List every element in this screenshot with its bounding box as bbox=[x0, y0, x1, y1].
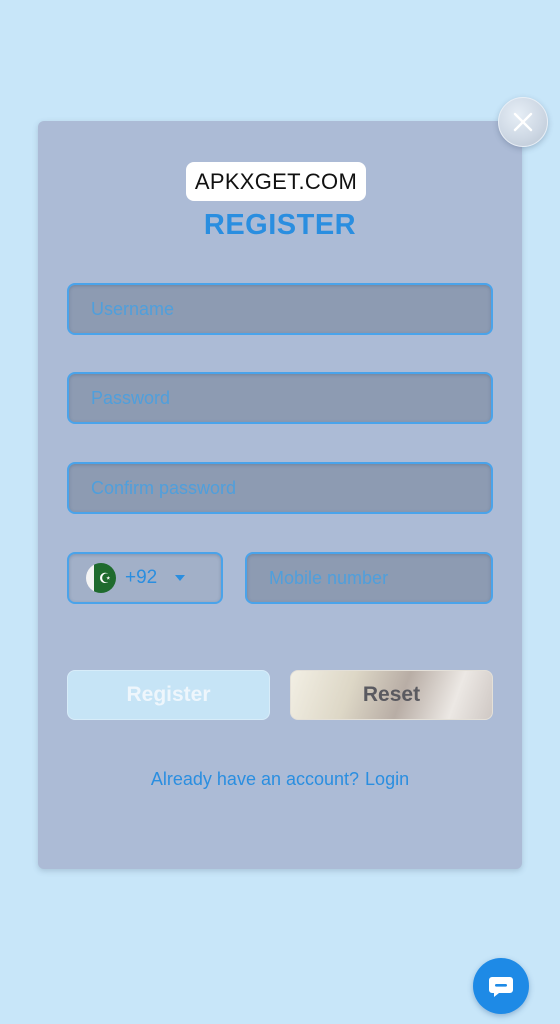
register-button[interactable]: Register bbox=[67, 670, 270, 720]
reset-button[interactable]: Reset bbox=[290, 670, 493, 720]
crescent-star-icon: ☪ bbox=[98, 570, 112, 586]
login-prompt-text: Already have an account? bbox=[150, 769, 360, 789]
login-link[interactable]: Login bbox=[365, 769, 409, 789]
login-prompt: Already have an account? Login bbox=[38, 769, 522, 790]
flag-white-band bbox=[86, 563, 94, 593]
page-title: REGISTER bbox=[203, 209, 357, 241]
mobile-number-field[interactable] bbox=[245, 552, 493, 604]
close-button[interactable] bbox=[498, 97, 548, 147]
country-code-select[interactable]: ☪ +92 bbox=[67, 552, 223, 604]
chat-bubble-icon bbox=[489, 977, 513, 997]
chat-button[interactable] bbox=[473, 958, 529, 1014]
watermark-badge: APKXGET.COM bbox=[186, 162, 366, 201]
pakistan-flag-icon: ☪ bbox=[86, 563, 116, 593]
confirm-password-input[interactable] bbox=[69, 464, 491, 512]
flag-green-field: ☪ bbox=[94, 563, 116, 593]
country-code-label: +92 bbox=[125, 567, 158, 588]
mobile-number-input[interactable] bbox=[247, 554, 491, 602]
caret-down-icon bbox=[175, 575, 186, 581]
password-field[interactable] bbox=[67, 372, 493, 424]
close-icon bbox=[513, 112, 533, 132]
username-input[interactable] bbox=[69, 285, 491, 333]
password-input[interactable] bbox=[69, 374, 491, 422]
confirm-password-field[interactable] bbox=[67, 462, 493, 514]
username-field[interactable] bbox=[67, 283, 493, 335]
register-screen: APKXGET.COM REGISTER ☪ +92 Register Rese… bbox=[0, 0, 560, 1024]
